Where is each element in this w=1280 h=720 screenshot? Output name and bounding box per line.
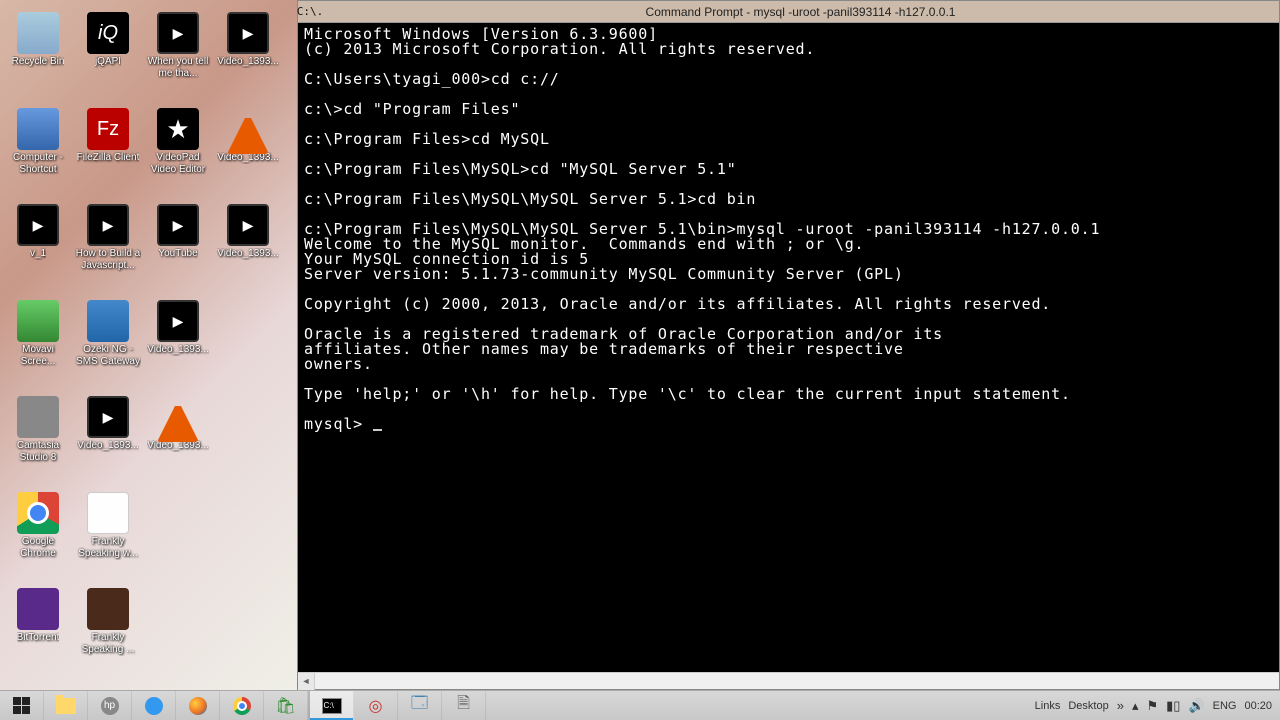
desktop-icon-youtube[interactable]: YouTube <box>144 200 212 292</box>
desktop-icon-video-3[interactable]: Video_1393... <box>214 200 282 292</box>
taskbar-app-1[interactable]: ◎ <box>354 691 398 720</box>
desktop-icon-computer-shortcut[interactable]: Computer - Shortcut <box>4 104 72 196</box>
desktop-icon-label: YouTube <box>158 248 197 260</box>
desktop-icon-label: Google Chrome <box>5 536 71 560</box>
tray-overflow-icon[interactable]: ▴ <box>1132 698 1139 714</box>
tray-flag-icon[interactable]: ⚑ <box>1146 698 1158 714</box>
desktop-icon-ozeki[interactable]: Ozeki NG - SMS Gateway <box>74 296 142 388</box>
v1-icon <box>17 204 59 246</box>
frankly-2-icon <box>87 588 129 630</box>
desktop-icon-filezilla[interactable]: Fz FileZilla Client <box>74 104 142 196</box>
desktop-icon-videopad[interactable]: VideoPad Video Editor <box>144 104 212 196</box>
video-6-icon <box>157 400 199 442</box>
desktop-icon-label: Movavi Scree... <box>5 344 71 368</box>
desktop-icon-label: BitTorrent <box>17 632 60 644</box>
taskbar-firefox[interactable] <box>176 691 220 720</box>
desktop-icon-label: How to Build a Javascript... <box>75 248 141 272</box>
desktop-icon-label: Recycle Bin <box>12 56 65 68</box>
desktop: Recycle Bin iQ jQAPI When you tell me tha..… <box>0 0 290 690</box>
desktop-icon-bittorrent[interactable]: BitTorrent <box>4 584 72 676</box>
filezilla-icon: Fz <box>87 108 129 150</box>
desktop-icon-label: VideoPad Video Editor <box>145 152 211 176</box>
start-button[interactable] <box>0 691 44 720</box>
bittorrent-icon <box>17 588 59 630</box>
videopad-icon <box>157 108 199 150</box>
frankly-1-icon <box>87 492 129 534</box>
desktop-icon-label: Video_1393... <box>217 248 279 260</box>
youtube-icon <box>157 204 199 246</box>
desktop-icon-label: v_1 <box>30 248 46 260</box>
taskbar-store[interactable]: 🛍 <box>264 691 308 720</box>
video-4-icon <box>157 300 199 342</box>
cmd-title: Command Prompt - mysql -uroot -panil3931… <box>322 5 1279 19</box>
jqapi-icon: iQ <box>87 12 129 54</box>
desktop-icon-chrome[interactable]: Google Chrome <box>4 488 72 580</box>
desktop-icon-label: FileZilla Client <box>77 152 140 164</box>
desktop-icon-v1[interactable]: v_1 <box>4 200 72 292</box>
tray-links-label[interactable]: Links <box>1035 700 1061 712</box>
desktop-icon-video-1[interactable]: Video_1393... <box>214 8 282 100</box>
tray-language[interactable]: ENG <box>1213 700 1237 712</box>
command-prompt-window[interactable]: C:\. Command Prompt - mysql -uroot -pani… <box>297 0 1280 690</box>
system-tray: Links Desktop » ▴ ⚑ ▮▯ 🔊 ENG 00:20 <box>1027 691 1280 720</box>
taskbar-app-3[interactable]: 🗎 <box>442 691 486 720</box>
taskbar-file-explorer[interactable] <box>44 691 88 720</box>
when-you-tell-icon <box>157 12 199 54</box>
desktop-icon-jqapi[interactable]: iQ jQAPI <box>74 8 142 100</box>
chrome-icon <box>17 492 59 534</box>
taskbar: hp 🛍 C:\ ◎ 🗔 🗎 Links Desktop » ▴ ⚑ ▮▯ 🔊 … <box>0 690 1280 720</box>
desktop-icon-label: Ozeki NG - SMS Gateway <box>75 344 141 368</box>
desktop-icon-label: When you tell me tha... <box>145 56 211 80</box>
taskbar-internet-explorer[interactable] <box>132 691 176 720</box>
cmd-titlebar[interactable]: C:\. Command Prompt - mysql -uroot -pani… <box>298 1 1279 23</box>
desktop-icon-frankly-2[interactable]: Frankly Speaking ... <box>74 584 142 676</box>
taskbar-hp[interactable]: hp <box>88 691 132 720</box>
taskbar-chrome[interactable] <box>220 691 264 720</box>
desktop-icon-label: Camtasia Studio 8 <box>5 440 71 464</box>
desktop-icon-when-you-tell[interactable]: When you tell me tha... <box>144 8 212 100</box>
computer-shortcut-icon <box>17 108 59 150</box>
cmd-titlebar-icon: C:\. <box>298 5 322 18</box>
ozeki-icon <box>87 300 129 342</box>
tray-volume-icon[interactable]: 🔊 <box>1188 698 1204 714</box>
desktop-icon-recycle-bin[interactable]: Recycle Bin <box>4 8 72 100</box>
tray-chevron-icon[interactable]: » <box>1117 698 1124 713</box>
desktop-icon-howto-js[interactable]: How to Build a Javascript... <box>74 200 142 292</box>
video-5-icon <box>87 396 129 438</box>
desktop-icon-label: jQAPI <box>95 56 121 68</box>
camtasia-icon <box>17 396 59 438</box>
video-1-icon <box>227 12 269 54</box>
taskbar-app-2[interactable]: 🗔 <box>398 691 442 720</box>
desktop-icon-label: Video_1393... <box>147 344 209 356</box>
desktop-icon-label: Frankly Speaking ... <box>75 632 141 656</box>
video-2-icon <box>227 112 269 154</box>
desktop-icon-video-6[interactable]: Video_1393... <box>144 392 212 484</box>
desktop-icon-label: Computer - Shortcut <box>5 152 71 176</box>
tray-clock[interactable]: 00:20 <box>1244 700 1272 712</box>
video-3-icon <box>227 204 269 246</box>
desktop-icon-frankly-1[interactable]: Frankly Speaking w... <box>74 488 142 580</box>
desktop-icon-label: Video_1393... <box>217 56 279 68</box>
desktop-icon-video-5[interactable]: Video_1393... <box>74 392 142 484</box>
cmd-scrollbar-left-arrow[interactable]: ◄ <box>298 673 315 690</box>
movavi-icon <box>17 300 59 342</box>
howto-js-icon <box>87 204 129 246</box>
tray-network-icon[interactable]: ▮▯ <box>1166 698 1180 714</box>
desktop-icon-video-2[interactable]: Video_1393... <box>214 104 282 196</box>
tray-desktop-toolbar[interactable]: Desktop <box>1068 700 1108 712</box>
cmd-output[interactable]: Microsoft Windows [Version 6.3.9600] (c)… <box>298 23 1279 672</box>
desktop-icon-camtasia[interactable]: Camtasia Studio 8 <box>4 392 72 484</box>
desktop-icon-video-4[interactable]: Video_1393... <box>144 296 212 388</box>
desktop-icon-label: Frankly Speaking w... <box>75 536 141 560</box>
desktop-icon-label: Video_1393... <box>77 440 139 452</box>
cmd-scrollbar-horizontal[interactable]: ◄ <box>298 672 1279 689</box>
desktop-icon-movavi[interactable]: Movavi Scree... <box>4 296 72 388</box>
taskbar-cmd[interactable]: C:\ <box>310 691 354 720</box>
recycle-bin-icon <box>17 12 59 54</box>
